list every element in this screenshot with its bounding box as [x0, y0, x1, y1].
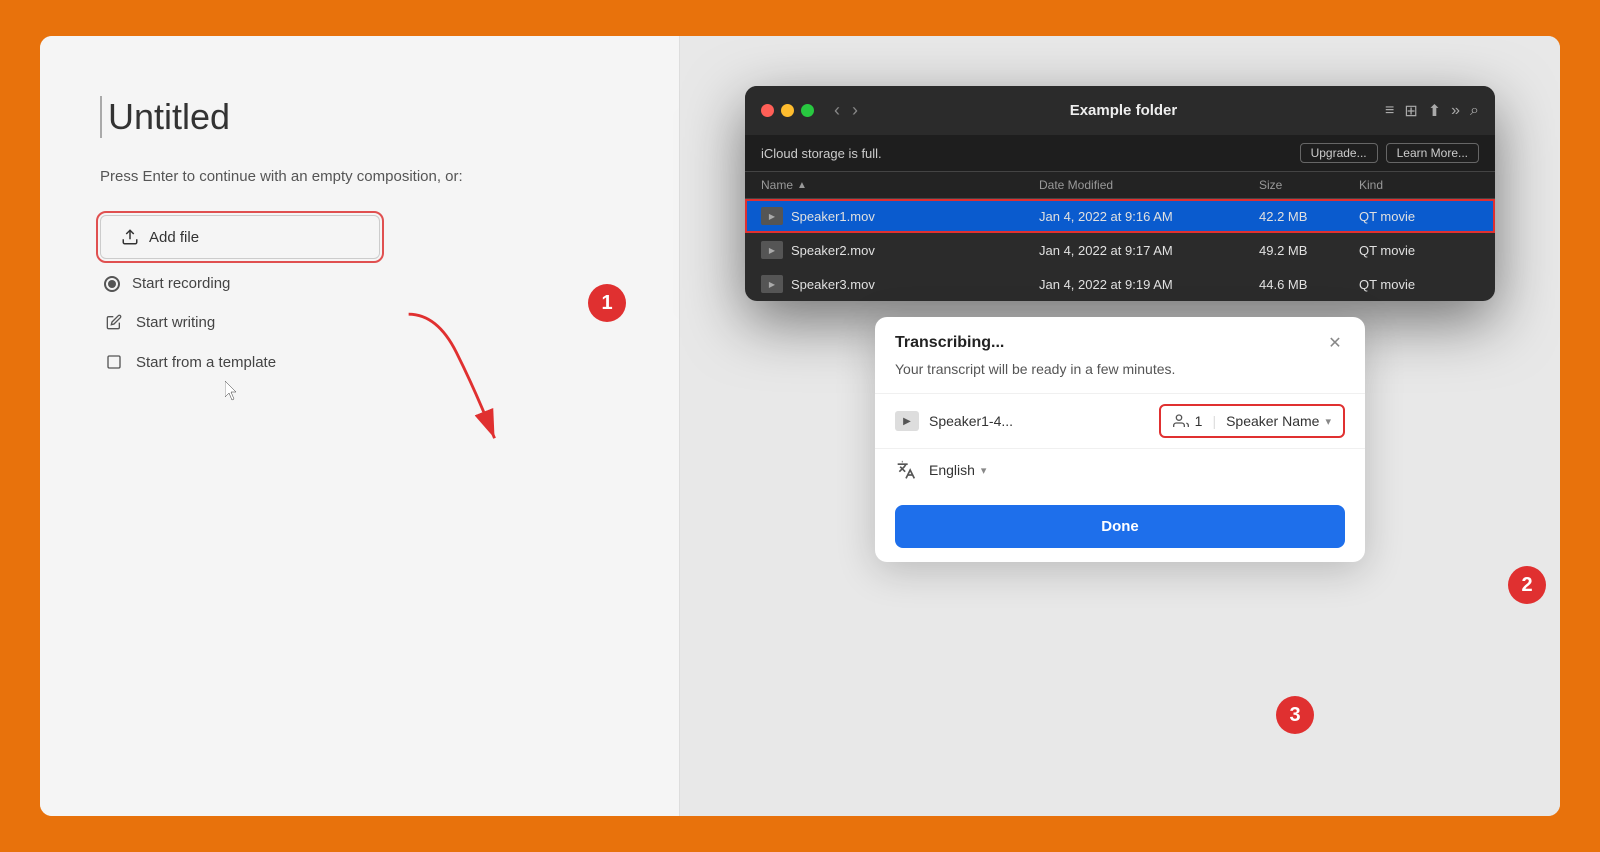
filename-3: Speaker3.mov	[791, 277, 875, 292]
file-row-speaker1[interactable]: ▶ Speaker1.mov Jan 4, 2022 at 9:16 AM 42…	[745, 199, 1495, 233]
transcribing-modal: Transcribing... ✕ Your transcript will b…	[875, 317, 1365, 562]
speaker-dropdown-chevron: ▾	[1325, 415, 1331, 428]
write-label: Start writing	[136, 314, 215, 331]
file-name-cell-2: ▶ Speaker2.mov	[761, 241, 1039, 259]
upload-icon	[121, 228, 139, 246]
file-name-cell-3: ▶ Speaker3.mov	[761, 275, 1039, 293]
add-file-button[interactable]: Add file	[100, 215, 380, 259]
pencil-icon	[104, 312, 124, 332]
document-title: Untitled	[100, 96, 619, 138]
icloud-bar: iCloud storage is full. Upgrade... Learn…	[745, 135, 1495, 172]
file-size-3: 44.6 MB	[1259, 277, 1359, 292]
template-label: Start from a template	[136, 354, 276, 371]
file-thumb-3: ▶	[761, 275, 783, 293]
icloud-message: iCloud storage is full.	[761, 146, 882, 161]
language-chevron: ▾	[981, 464, 987, 477]
modal-close-button[interactable]: ✕	[1325, 333, 1345, 353]
finder-nav-buttons: ‹ ›	[830, 98, 862, 123]
record-label: Start recording	[132, 275, 230, 292]
finder-forward-button[interactable]: ›	[848, 98, 862, 123]
modal-header: Transcribing... ✕	[875, 317, 1365, 361]
file-size-1: 42.2 MB	[1259, 209, 1359, 224]
language-row: English ▾	[875, 448, 1365, 491]
file-kind-2: QT movie	[1359, 243, 1479, 258]
right-panel: ‹ › Example folder ≡ ⊞ ⬆ » ⌕ iCloud stor…	[680, 36, 1560, 816]
modal-file-row: ▶ Speaker1-4... 2 1 | Speaker Name ▾	[875, 393, 1365, 448]
upgrade-button[interactable]: Upgrade...	[1300, 143, 1378, 163]
template-icon	[104, 352, 124, 372]
traffic-lights	[761, 104, 814, 117]
file-name-cell-1: ▶ Speaker1.mov	[761, 207, 1039, 225]
finder-column-headers: Name ▲ Date Modified Size Kind	[745, 172, 1495, 199]
speaker-count-value: 1	[1195, 413, 1203, 429]
badge-1: 1	[588, 284, 626, 322]
cursor	[225, 381, 237, 399]
radio-record-icon	[104, 276, 120, 292]
finder-window-title: Example folder	[874, 102, 1373, 119]
speaker-icon	[1173, 413, 1189, 429]
finder-back-button[interactable]: ‹	[830, 98, 844, 123]
file-thumb-2: ▶	[761, 241, 783, 259]
file-thumb-1: ▶	[761, 207, 783, 225]
finder-titlebar: ‹ › Example folder ≡ ⊞ ⬆ » ⌕	[745, 86, 1495, 135]
speaker-dropdown[interactable]: 1 | Speaker Name ▾	[1159, 404, 1345, 438]
file-date-3: Jan 4, 2022 at 9:19 AM	[1039, 277, 1259, 292]
done-button[interactable]: Done	[895, 505, 1345, 548]
main-container: Untitled Press Enter to continue with an…	[40, 36, 1560, 816]
badge-3: 3	[1276, 696, 1314, 734]
speaker-separator: |	[1208, 413, 1220, 429]
file-date-2: Jan 4, 2022 at 9:17 AM	[1039, 243, 1259, 258]
file-row-speaker3[interactable]: ▶ Speaker3.mov Jan 4, 2022 at 9:19 AM 44…	[745, 267, 1495, 301]
speaker-name-label: Speaker Name	[1226, 413, 1319, 429]
file-kind-1: QT movie	[1359, 209, 1479, 224]
translate-icon	[895, 459, 917, 481]
arrow-1	[380, 291, 590, 471]
learn-more-button[interactable]: Learn More...	[1386, 143, 1479, 163]
modal-file-label: Speaker1-4...	[929, 413, 1013, 429]
finder-more-icon[interactable]: »	[1451, 102, 1460, 120]
filename-2: Speaker2.mov	[791, 243, 875, 258]
close-traffic-light[interactable]	[761, 104, 774, 117]
language-selector[interactable]: English ▾	[929, 462, 986, 478]
modal-subtitle: Your transcript will be ready in a few m…	[875, 361, 1365, 393]
maximize-traffic-light[interactable]	[801, 104, 814, 117]
finder-share-icon[interactable]: ⬆	[1428, 101, 1441, 121]
column-kind-header[interactable]: Kind	[1359, 178, 1479, 192]
subtitle-text: Press Enter to continue with an empty co…	[100, 168, 619, 185]
left-panel: Untitled Press Enter to continue with an…	[40, 36, 680, 816]
finder-search-icon[interactable]: ⌕	[1470, 102, 1479, 120]
finder-window: ‹ › Example folder ≡ ⊞ ⬆ » ⌕ iCloud stor…	[745, 86, 1495, 301]
file-date-1: Jan 4, 2022 at 9:16 AM	[1039, 209, 1259, 224]
finder-toolbar-right: ≡ ⊞ ⬆ » ⌕	[1385, 101, 1479, 121]
modal-title: Transcribing...	[895, 334, 1004, 352]
finder-view-options-icon[interactable]: ⊞	[1404, 101, 1417, 121]
icloud-buttons: Upgrade... Learn More...	[1300, 143, 1479, 163]
column-size-header[interactable]: Size	[1259, 178, 1359, 192]
language-value: English	[929, 462, 975, 478]
file-row-speaker2[interactable]: ▶ Speaker2.mov Jan 4, 2022 at 9:17 AM 49…	[745, 233, 1495, 267]
add-file-label: Add file	[149, 229, 199, 246]
filename-1: Speaker1.mov	[791, 209, 875, 224]
column-date-header[interactable]: Date Modified	[1039, 178, 1259, 192]
file-kind-3: QT movie	[1359, 277, 1479, 292]
minimize-traffic-light[interactable]	[781, 104, 794, 117]
finder-list-view-icon[interactable]: ≡	[1385, 102, 1394, 120]
column-name-header[interactable]: Name ▲	[761, 178, 1039, 192]
file-size-2: 49.2 MB	[1259, 243, 1359, 258]
video-file-icon: ▶	[895, 411, 919, 431]
modal-row-left: ▶ Speaker1-4...	[895, 411, 1147, 431]
